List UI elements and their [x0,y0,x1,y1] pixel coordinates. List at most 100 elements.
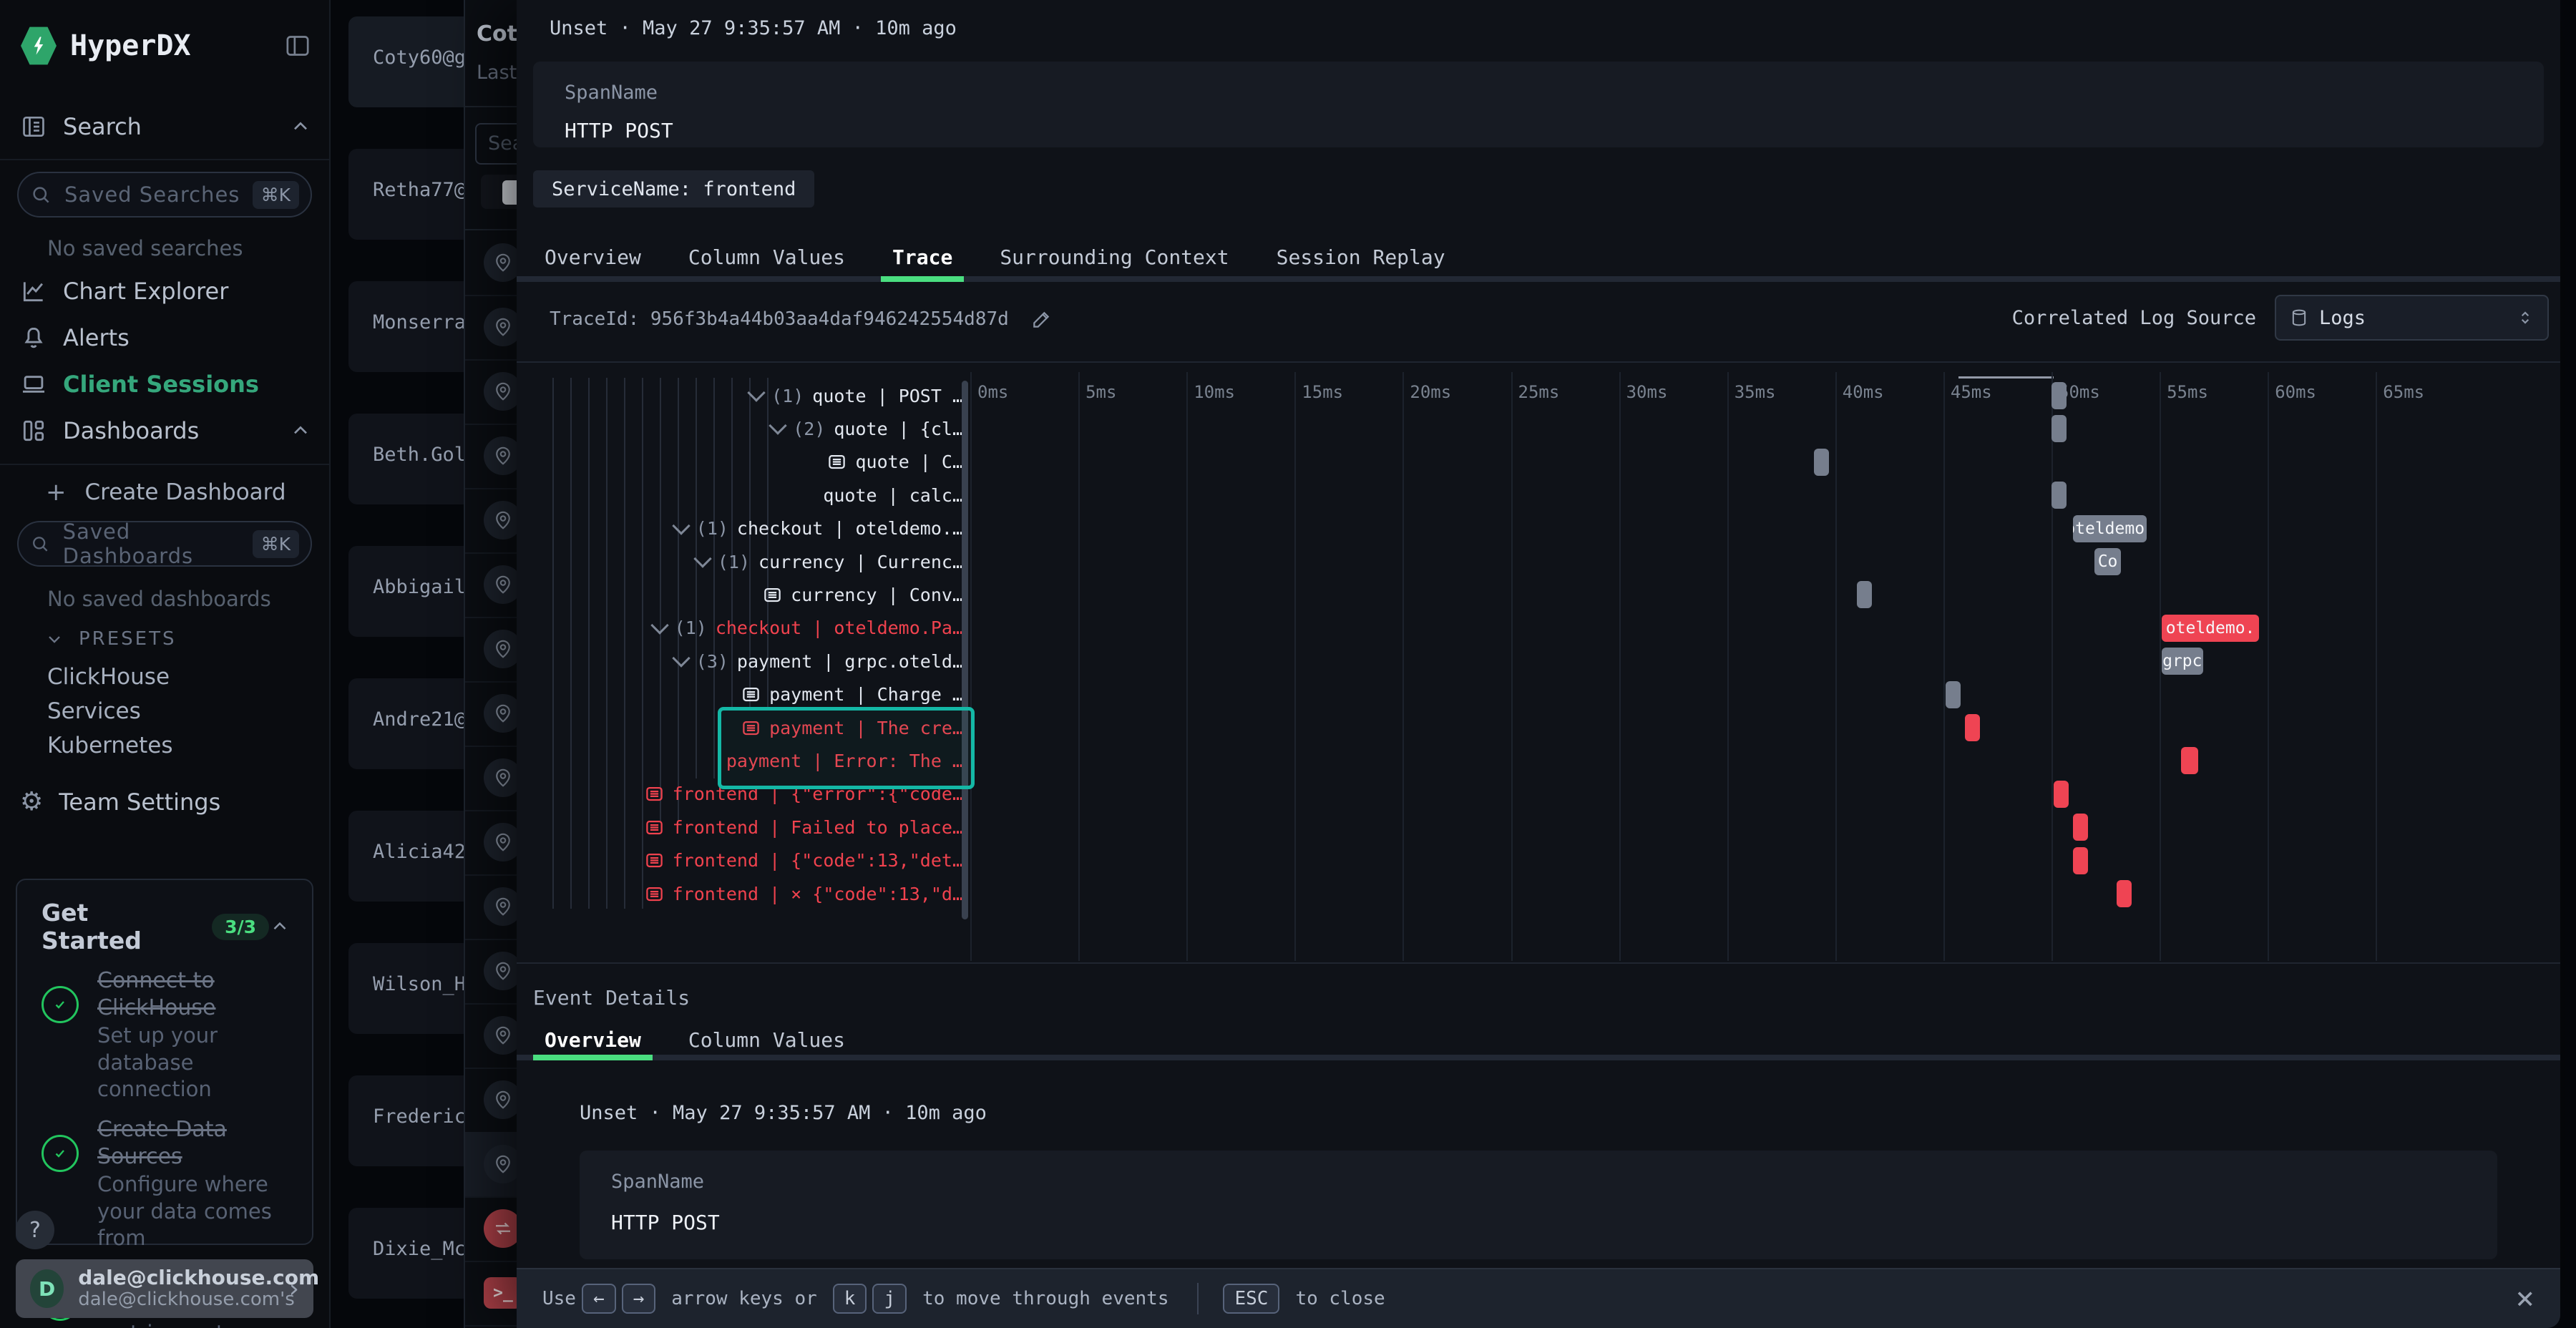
location-pin-icon [484,952,517,990]
pin-row[interactable] [465,1003,517,1069]
tab-column-values[interactable]: Column Values [677,238,857,278]
pin-row[interactable] [465,488,517,554]
get-started-item-title: Connect to ClickHouse [97,967,293,1021]
get-started-item[interactable]: Connect to ClickHouseSet up your databas… [42,967,293,1103]
edit-icon[interactable] [1030,308,1053,331]
span-bar[interactable] [2051,382,2067,409]
help-button[interactable]: ? [16,1211,54,1249]
trace-tree-row[interactable]: frontend | {"code":13,"det… [533,844,970,877]
span-bar[interactable] [2054,781,2069,808]
pin-row[interactable] [465,359,517,425]
trace-tree-row[interactable]: currency | Conv… [533,578,970,611]
span-bar[interactable] [2117,880,2132,907]
tab-overview[interactable]: Overview [533,238,653,278]
trace-tree-row[interactable]: (1)checkout | oteldemo.Pa… [533,612,970,645]
sidebar-item-team-settings[interactable]: ⚙ Team Settings [20,787,312,816]
pin-row[interactable] [465,295,517,361]
span-bar[interactable] [2051,415,2067,442]
pin-row[interactable] [465,1132,517,1198]
tree-scrollbar[interactable] [962,381,968,919]
chevron-up-icon[interactable] [269,916,291,937]
pin-row[interactable] [465,230,517,296]
sidebar-preset-item[interactable]: ClickHouse [47,664,170,690]
chevron-up-icon[interactable] [289,115,312,138]
tab-surrounding-context[interactable]: Surrounding Context [988,238,1240,278]
trace-tree-row[interactable]: (1)quote | POST … [533,379,970,412]
sidebar-preset-item[interactable]: Services [47,698,141,724]
sidebar-item-client-sessions[interactable]: Client Sessions [20,371,312,398]
root-span-indicator [1958,376,2054,379]
expander-chevron-icon[interactable] [747,384,765,401]
trace-tree-row[interactable]: (3)payment | grpc.oteld… [533,645,970,678]
span-bar[interactable] [1965,714,1980,741]
expander-chevron-icon[interactable] [672,517,690,534]
session-search-input[interactable]: Search [475,123,517,165]
span-bar[interactable]: oteldemo. [2162,615,2259,642]
tree-row-label: frontend | {"code":13,"det… [673,850,963,871]
get-started-item-title: Create Data Sources [97,1116,293,1170]
create-dashboard-button[interactable]: + Create Dashboard [46,478,286,507]
span-bar[interactable] [1814,449,1829,476]
timeline-gridline [1294,372,1296,961]
pin-row[interactable] [465,939,517,1005]
trace-tree-row[interactable]: frontend | × {"code":13,"d… [533,877,970,910]
sidebar: HyperDX Search Saved Searches ⌘K No save… [0,0,331,1328]
service-name-chip[interactable]: ServiceName: frontend [533,170,814,208]
close-icon[interactable]: × [2516,1283,2535,1314]
tab-trace[interactable]: Trace [881,238,964,278]
sidebar-item-label: Team Settings [59,788,220,816]
search-icon [30,533,50,555]
pin-row[interactable] [465,874,517,940]
sidebar-preset-item[interactable]: Kubernetes [47,733,172,758]
sidebar-item-chart-explorer[interactable]: Chart Explorer [20,278,312,305]
expander-chevron-icon[interactable] [672,649,690,667]
expander-chevron-icon[interactable] [650,616,668,634]
pin-row[interactable] [465,1068,517,1133]
get-started-item[interactable]: Create Data SourcesConfigure where your … [42,1116,293,1252]
sidebar-item-dashboards[interactable]: Dashboards [20,417,312,444]
user-menu[interactable]: D dale@clickhouse.com dale@clickhouse.co… [16,1259,313,1318]
trace-tree-row[interactable]: quote | calc… [533,479,970,512]
trace-tree-row[interactable]: quote | C… [533,446,970,479]
span-bar[interactable]: oteldemo. [2073,515,2147,542]
location-pin-icon [484,1016,517,1055]
trace-tree-row[interactable]: (1)checkout | oteldemo.… [533,512,970,545]
pin-row[interactable] [465,424,517,489]
tab-session-replay[interactable]: Session Replay [1265,238,1457,278]
span-bar[interactable]: Co [2094,548,2120,575]
pin-row-console[interactable]: >_ [465,1261,517,1327]
trace-tree-row[interactable]: (1)currency | Currenc… [533,545,970,578]
span-bar[interactable] [1946,681,1961,708]
pin-row[interactable] [465,746,517,811]
pin-row[interactable] [465,552,517,618]
timeline-tick-label: 40ms [1843,382,1884,402]
pin-row[interactable] [465,617,517,683]
event-side-panel: Unset · May 27 9:35:57 AM · 10m ago Span… [517,0,2560,1328]
pin-row[interactable] [465,681,517,747]
collapse-sidebar-icon[interactable] [283,31,312,60]
span-bar[interactable] [2051,482,2067,509]
presets-header[interactable]: PRESETS [44,628,177,650]
span-bar[interactable] [2073,814,2088,841]
saved-searches-input[interactable]: Saved Searches ⌘K [17,172,312,218]
saved-dashboards-input[interactable]: Saved Dashboards ⌘K [17,521,312,567]
trace-tree-row[interactable]: payment | Charge … [533,678,970,711]
pin-row-navigation[interactable] [465,1196,517,1262]
timeline-gridline [2376,372,2377,961]
log-source-select[interactable]: Logs [2275,295,2549,341]
trace-tree-row[interactable]: (2)quote | {cl… [533,412,970,445]
location-pin-icon [484,823,517,861]
child-count: (1) [771,386,804,406]
span-bar[interactable] [2181,747,2198,774]
span-bar[interactable] [2073,847,2088,874]
pin-row[interactable] [465,810,517,876]
span-bar[interactable] [1857,581,1872,608]
sidebar-item-search[interactable]: Search [20,113,312,140]
trace-tree-row[interactable]: frontend | Failed to place… [533,811,970,844]
expander-chevron-icon[interactable] [693,550,711,567]
sidebar-item-alerts[interactable]: Alerts [20,324,312,351]
span-bar[interactable]: grpc [2162,648,2202,675]
chevron-up-icon[interactable] [289,419,312,442]
session-live-chip[interactable] [502,180,517,205]
expander-chevron-icon[interactable] [769,417,786,435]
